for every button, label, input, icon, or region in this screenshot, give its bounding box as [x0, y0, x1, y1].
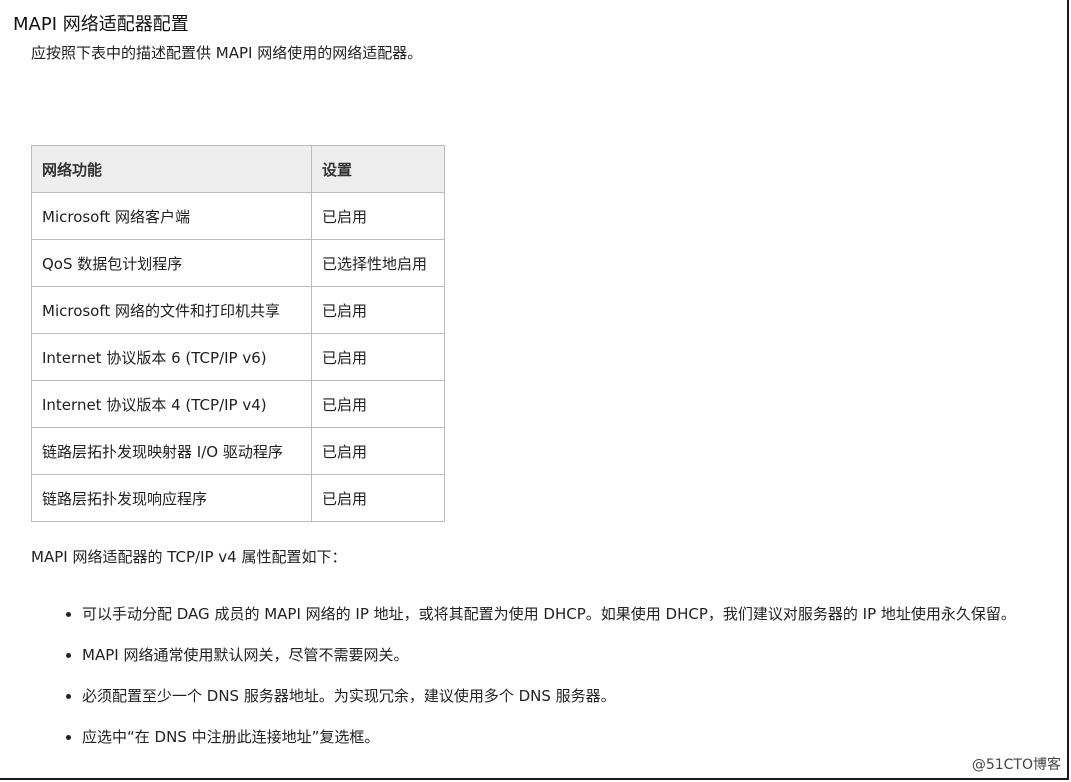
setting-cell: 已启用: [311, 286, 445, 334]
setting-cell: 已启用: [311, 192, 445, 240]
table-row: Microsoft 网络的文件和打印机共享 已启用: [31, 286, 445, 334]
tcpip-config-paragraph: MAPI 网络适配器的 TCP/IP v4 属性配置如下：: [31, 548, 347, 566]
setting-cell: 已启用: [311, 333, 445, 381]
feature-cell: Internet 协议版本 4 (TCP/IP v4): [31, 380, 312, 428]
table-row: 链路层拓扑发现映射器 I/O 驱动程序 已启用: [31, 427, 445, 475]
list-item: 应选中“在 DNS 中注册此连接地址”复选框。: [82, 726, 1071, 748]
table-row: Internet 协议版本 6 (TCP/IP v6) 已启用: [31, 333, 445, 381]
column-header-setting: 设置: [311, 145, 445, 193]
table-row: Microsoft 网络客户端 已启用: [31, 192, 445, 240]
page-title: MAPI 网络适配器配置: [13, 14, 189, 35]
table-row: 链路层拓扑发现响应程序 已启用: [31, 474, 445, 522]
watermark: @51CTO博客: [971, 757, 1061, 773]
feature-cell: 链路层拓扑发现响应程序: [31, 474, 312, 522]
feature-cell: Microsoft 网络的文件和打印机共享: [31, 286, 312, 334]
feature-cell: Internet 协议版本 6 (TCP/IP v6): [31, 333, 312, 381]
network-settings-table: 网络功能 设置 Microsoft 网络客户端 已启用 QoS 数据包计划程序 …: [31, 145, 445, 522]
list-item: MAPI 网络通常使用默认网关，尽管不需要网关。: [82, 644, 1071, 666]
config-bullet-list: 可以手动分配 DAG 成员的 MAPI 网络的 IP 地址，或将其配置为使用 D…: [62, 603, 1071, 767]
column-header-feature: 网络功能: [31, 145, 312, 193]
table-row: Internet 协议版本 4 (TCP/IP v4) 已启用: [31, 380, 445, 428]
setting-cell: 已启用: [311, 380, 445, 428]
feature-cell: 链路层拓扑发现映射器 I/O 驱动程序: [31, 427, 312, 475]
feature-cell: QoS 数据包计划程序: [31, 239, 312, 287]
feature-cell: Microsoft 网络客户端: [31, 192, 312, 240]
table-row: QoS 数据包计划程序 已选择性地启用: [31, 239, 445, 287]
setting-cell: 已启用: [311, 474, 445, 522]
list-item: 必须配置至少一个 DNS 服务器地址。为实现冗余，建议使用多个 DNS 服务器。: [82, 685, 1071, 707]
table-header-row: 网络功能 设置: [31, 145, 445, 193]
setting-cell: 已启用: [311, 427, 445, 475]
list-item: 可以手动分配 DAG 成员的 MAPI 网络的 IP 地址，或将其配置为使用 D…: [82, 603, 1071, 625]
intro-text: 应按照下表中的描述配置供 MAPI 网络使用的网络适配器。: [31, 44, 423, 62]
setting-cell: 已选择性地启用: [311, 239, 445, 287]
